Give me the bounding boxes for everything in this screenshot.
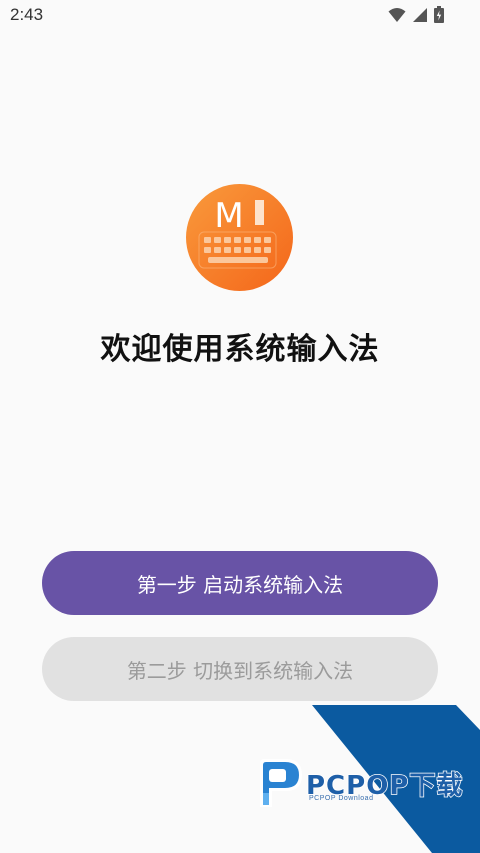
watermark-corner-shape xyxy=(312,705,480,853)
watermark-subtext: PCPOP Download xyxy=(309,795,374,802)
battery-icon xyxy=(434,6,444,23)
status-bar: 2:43 xyxy=(0,0,480,32)
step1-enable-button[interactable]: 第一步 启动系统输入法 xyxy=(42,551,438,615)
logo-letter: M xyxy=(214,196,243,236)
status-time: 2:43 xyxy=(10,5,44,24)
pcpop-logo-icon xyxy=(256,757,304,809)
wifi-icon xyxy=(388,7,406,23)
status-icons xyxy=(388,6,444,23)
step2-switch-button[interactable]: 第二步 切换到系统输入法 xyxy=(42,637,438,701)
signal-icon xyxy=(412,7,428,23)
app-logo: M xyxy=(186,184,293,291)
welcome-title: 欢迎使用系统输入法 xyxy=(100,332,380,367)
watermark-brand: PCPOP下载 xyxy=(305,770,464,802)
watermark: PCPOP下载 PCPOP Download xyxy=(0,0,480,853)
